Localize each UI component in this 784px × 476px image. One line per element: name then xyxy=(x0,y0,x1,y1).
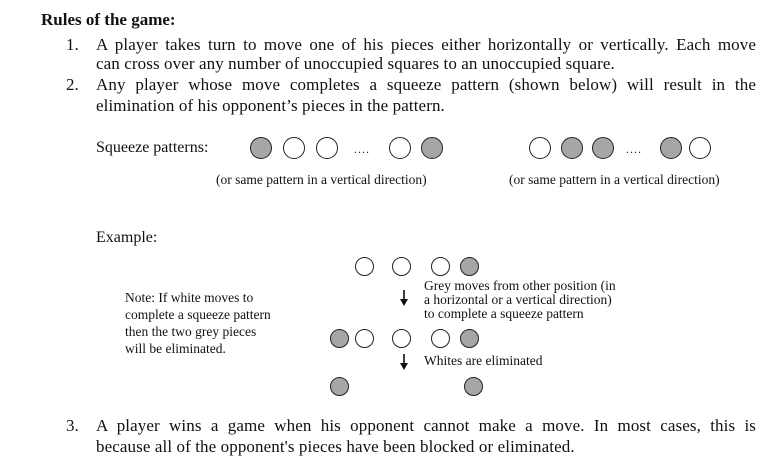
white-piece xyxy=(689,137,711,159)
note-line-3: then the two grey pieces xyxy=(125,324,257,339)
grey-piece xyxy=(330,377,349,396)
grey-piece xyxy=(660,137,682,159)
note-line-2: complete a squeeze pattern xyxy=(125,307,271,322)
down-arrow-icon xyxy=(400,290,408,306)
whites-eliminated-text: Whites are eliminated xyxy=(424,353,543,368)
grey-moves-line-1: Grey moves from other position (in xyxy=(424,278,616,293)
white-piece xyxy=(431,329,450,348)
grey-piece xyxy=(330,329,349,348)
squeeze-caption-right: (or same pattern in a vertical direction… xyxy=(509,172,720,187)
grey-piece xyxy=(250,137,272,159)
rule-3-number: 3. xyxy=(66,416,79,435)
grey-piece xyxy=(460,257,479,276)
grey-piece xyxy=(561,137,583,159)
white-piece xyxy=(392,257,411,276)
white-piece xyxy=(431,257,450,276)
rule-1-line-1: A player takes turn to move one of his p… xyxy=(96,35,756,54)
example-label: Example: xyxy=(96,229,158,246)
squeeze-patterns-label: Squeeze patterns: xyxy=(96,139,209,156)
white-piece xyxy=(355,329,374,348)
note-line-1: Note: If white moves to xyxy=(125,290,254,305)
rule-3-line-1: A player wins a game when his opponent c… xyxy=(96,416,756,435)
down-arrow-icon xyxy=(400,354,408,370)
white-piece xyxy=(392,329,411,348)
rule-2-line-1: Any player whose move completes a squeez… xyxy=(96,75,756,94)
ellipsis: .... xyxy=(354,142,370,156)
grey-moves-line-3: to complete a squeeze pattern xyxy=(424,306,584,321)
squeeze-caption-left: (or same pattern in a vertical direction… xyxy=(216,172,427,187)
rule-2-line-2: elimination of his opponent’s pieces in … xyxy=(96,96,445,115)
grey-piece xyxy=(460,329,479,348)
rules-title: Rules of the game: xyxy=(41,10,176,29)
note-line-4: will be eliminated. xyxy=(125,341,226,356)
white-piece xyxy=(316,137,338,159)
grey-piece xyxy=(464,377,483,396)
ellipsis: .... xyxy=(626,142,642,156)
grey-moves-line-2: a horizontal or a vertical direction) xyxy=(424,292,612,307)
white-piece xyxy=(283,137,305,159)
rule-1-number: 1. xyxy=(66,35,79,54)
grey-piece xyxy=(592,137,614,159)
grey-piece xyxy=(421,137,443,159)
white-piece xyxy=(389,137,411,159)
white-piece xyxy=(355,257,374,276)
rule-3-line-2: because all of the opponent's pieces hav… xyxy=(96,437,575,456)
rule-2-number: 2. xyxy=(66,75,79,94)
rule-1-line-2: can cross over any number of unoccupied … xyxy=(96,54,615,73)
white-piece xyxy=(529,137,551,159)
